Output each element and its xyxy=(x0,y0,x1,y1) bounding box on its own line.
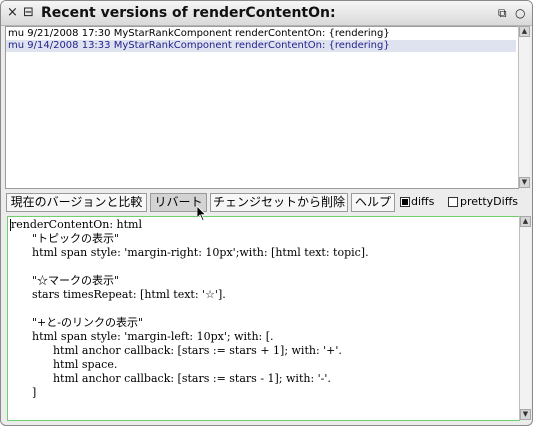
pretty-diffs-checkbox[interactable] xyxy=(448,197,458,207)
versions-list[interactable]: mu 9/21/2008 17:30 MyStarRankComponent r… xyxy=(5,26,519,189)
expand-icon[interactable]: ○ xyxy=(515,5,525,21)
code-line: html space. xyxy=(11,358,118,371)
diffs-checkbox[interactable] xyxy=(400,197,410,207)
remove-from-changeset-button[interactable]: チェンジセットから削除 xyxy=(210,193,348,212)
pretty-diffs-label[interactable]: prettyDiffs xyxy=(460,194,518,210)
scroll-up-icon[interactable]: ▲ xyxy=(520,216,531,227)
version-row-selected[interactable]: mu 9/14/2008 13:33 MyStarRankComponent r… xyxy=(6,40,516,52)
versions-scrollbar[interactable]: ▲ ▼ xyxy=(518,26,530,188)
code-line: "☆マークの表示" xyxy=(11,274,120,287)
diffs-label[interactable]: diffs xyxy=(411,194,434,210)
code-line: renderContentOn: html xyxy=(11,218,142,231)
scroll-up-icon[interactable]: ▲ xyxy=(519,26,530,37)
title-bar[interactable]: × ⊟ Recent versions of renderContentOn: … xyxy=(1,1,532,26)
code-pane[interactable]: renderContentOn: html "トピックの表示" html spa… xyxy=(7,216,520,421)
scroll-down-icon[interactable]: ▼ xyxy=(519,177,530,188)
window-menu-icon[interactable]: ⊟ xyxy=(23,5,34,21)
code-scrollbar[interactable]: ▲ ▼ xyxy=(519,216,531,420)
code-line: "+と-のリンクの表示" xyxy=(11,316,144,329)
help-button[interactable]: ヘルプ xyxy=(351,193,395,212)
versions-window: × ⊟ Recent versions of renderContentOn: … xyxy=(0,0,533,426)
code-line: stars timesRepeat: [html text: '☆']. xyxy=(11,288,226,301)
scroll-down-icon[interactable]: ▼ xyxy=(520,409,531,420)
code-line: html span style: 'margin-right: 10px';wi… xyxy=(11,246,369,259)
code-line: html anchor callback: [stars := stars - … xyxy=(11,372,331,385)
version-row[interactable]: mu 9/21/2008 17:30 MyStarRankComponent r… xyxy=(8,28,390,40)
code-line: html anchor callback: [stars := stars + … xyxy=(11,344,342,357)
toolbar: 現在のバージョンと比較 リバート チェンジセットから削除 ヘルプ diffs p… xyxy=(5,191,529,215)
compare-current-button[interactable]: 現在のバージョンと比較 xyxy=(6,193,147,212)
code-line: "トピックの表示" xyxy=(11,232,120,245)
collapse-icon[interactable]: ⧉ xyxy=(498,5,507,21)
mouse-pointer-icon xyxy=(197,206,207,222)
code-line: html span style: 'margin-left: 10px'; wi… xyxy=(11,330,274,343)
window-title: Recent versions of renderContentOn: xyxy=(41,5,336,21)
close-icon[interactable]: × xyxy=(7,5,18,21)
code-line: ] xyxy=(11,386,37,399)
